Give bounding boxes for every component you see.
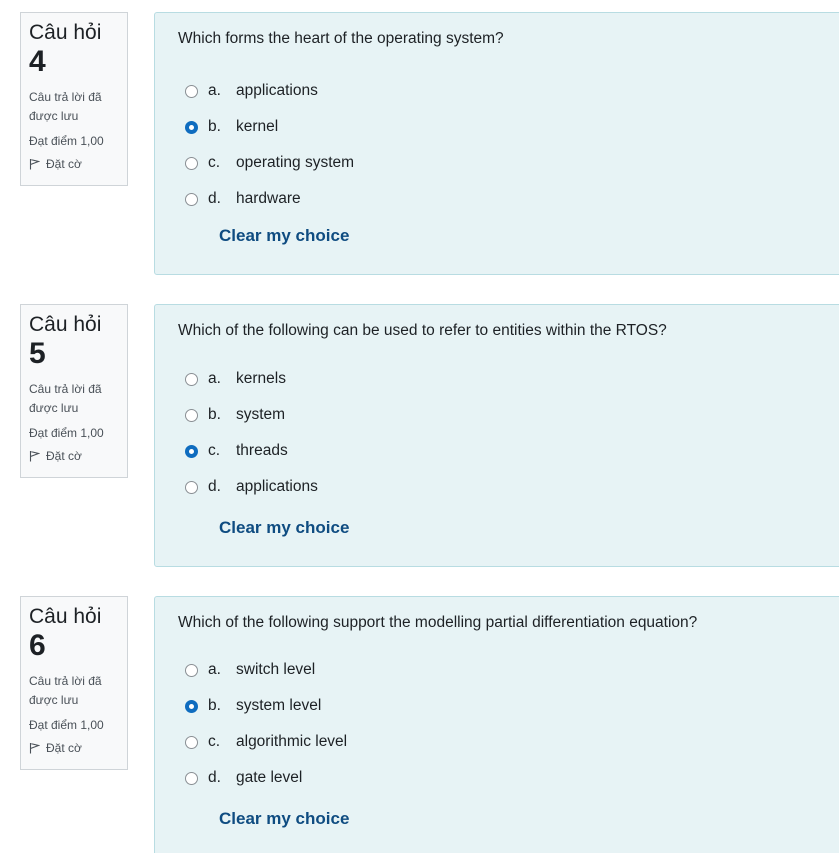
radio-button-selected[interactable] <box>185 699 198 713</box>
answer-state: Câu trả lời đã được lưu <box>29 674 102 707</box>
question-content: Which forms the heart of the operating s… <box>154 12 839 275</box>
answer-option-b[interactable]: b. system level <box>185 688 347 724</box>
flag-label: Đặt cờ <box>46 157 82 171</box>
question-info-panel: Câu hỏi 6 Câu trả lời đã được lưu Đạt đi… <box>20 596 128 770</box>
flag-question-button[interactable]: Đặt cờ <box>29 741 119 755</box>
flag-label: Đặt cờ <box>46 449 82 463</box>
option-text: applications <box>236 82 318 99</box>
clear-choice-link[interactable]: Clear my choice <box>219 226 349 246</box>
option-letter: b. <box>208 406 221 423</box>
question-label: Câu hỏi <box>29 605 102 628</box>
option-letter: b. <box>208 118 221 135</box>
question-text: Which of the following can be used to re… <box>178 322 667 339</box>
answer-option-b[interactable]: b. kernel <box>185 109 354 145</box>
option-text: algorithmic level <box>236 733 348 750</box>
answer-option-c[interactable]: c. algorithmic level <box>185 724 347 760</box>
answer-option-d[interactable]: d. hardware <box>185 181 354 217</box>
question-number: 4 <box>29 45 46 78</box>
option-text: gate level <box>236 769 303 786</box>
question-number: 6 <box>29 629 46 662</box>
radio-button-selected[interactable] <box>185 444 198 458</box>
answer-option-c[interactable]: c. operating system <box>185 145 354 181</box>
question-number: 5 <box>29 337 46 370</box>
option-letter: a. <box>208 661 221 678</box>
option-letter: c. <box>208 154 221 171</box>
answer-option-b[interactable]: b. system <box>185 397 318 433</box>
option-text: switch level <box>236 661 316 678</box>
option-letter: c. <box>208 442 221 459</box>
answer-options: a. applications b. kernel c. operating syst… <box>185 73 354 217</box>
option-text: hardware <box>236 190 301 207</box>
answer-option-d[interactable]: d. gate level <box>185 760 347 796</box>
question-text: Which forms the heart of the operating s… <box>178 30 504 47</box>
quiz-page: Câu hỏi 4 Câu trả lời đã được lưu Đạt đi… <box>0 0 839 853</box>
flag-icon <box>29 158 40 170</box>
answer-state: Câu trả lời đã được lưu <box>29 90 102 123</box>
option-text: system level <box>236 697 322 714</box>
flag-question-button[interactable]: Đặt cờ <box>29 157 119 171</box>
radio-button[interactable] <box>185 735 198 749</box>
radio-button[interactable] <box>185 663 198 677</box>
option-text: applications <box>236 478 318 495</box>
answer-state: Câu trả lời đã được lưu <box>29 382 102 415</box>
option-letter: a. <box>208 82 221 99</box>
radio-button[interactable] <box>185 771 198 785</box>
radio-button[interactable] <box>185 480 198 494</box>
radio-button-selected[interactable] <box>185 120 198 134</box>
question-grade: Đạt điểm 1,00 <box>29 134 104 148</box>
question-info-panel: Câu hỏi 4 Câu trả lời đã được lưu Đạt đi… <box>20 12 128 186</box>
option-text: operating system <box>236 154 355 171</box>
answer-option-c[interactable]: c. threads <box>185 433 318 469</box>
option-letter: d. <box>208 478 221 495</box>
question-grade: Đạt điểm 1,00 <box>29 426 104 440</box>
flag-question-button[interactable]: Đặt cờ <box>29 449 119 463</box>
clear-choice-link[interactable]: Clear my choice <box>219 518 349 538</box>
option-text: kernel <box>236 118 279 135</box>
radio-button[interactable] <box>185 372 198 386</box>
option-text: kernels <box>236 370 286 387</box>
option-letter: d. <box>208 190 221 207</box>
answer-option-a[interactable]: a. kernels <box>185 361 318 397</box>
question-info-panel: Câu hỏi 5 Câu trả lời đã được lưu Đạt đi… <box>20 304 128 478</box>
option-text: system <box>236 406 286 423</box>
answer-options: a. kernels b. system c. threads d. applicati… <box>185 361 318 505</box>
flag-icon <box>29 742 40 754</box>
answer-option-d[interactable]: d. applications <box>185 469 318 505</box>
question-content: Which of the following support the model… <box>154 596 839 853</box>
option-letter: d. <box>208 769 221 786</box>
answer-options: a. switch level b. system level c. algorith… <box>185 652 347 796</box>
radio-button[interactable] <box>185 84 198 98</box>
answer-option-a[interactable]: a. switch level <box>185 652 347 688</box>
radio-button[interactable] <box>185 156 198 170</box>
radio-button[interactable] <box>185 192 198 206</box>
question-grade: Đạt điểm 1,00 <box>29 718 104 732</box>
question-text: Which of the following support the model… <box>178 614 698 631</box>
clear-choice-link[interactable]: Clear my choice <box>219 809 349 829</box>
option-letter: a. <box>208 370 221 387</box>
answer-option-a[interactable]: a. applications <box>185 73 354 109</box>
option-text: threads <box>236 442 288 459</box>
question-content: Which of the following can be used to re… <box>154 304 839 567</box>
radio-button[interactable] <box>185 408 198 422</box>
option-letter: b. <box>208 697 221 714</box>
flag-label: Đặt cờ <box>46 741 82 755</box>
question-label: Câu hỏi <box>29 21 102 44</box>
question-label: Câu hỏi <box>29 313 102 336</box>
option-letter: c. <box>208 733 221 750</box>
flag-icon <box>29 450 40 462</box>
